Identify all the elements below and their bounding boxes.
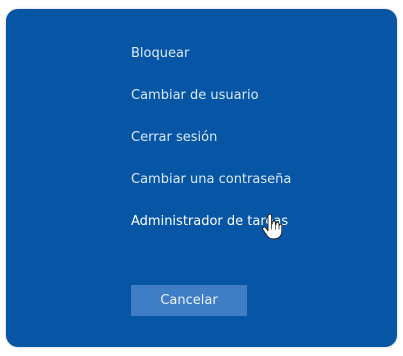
- menu-item-cerrar-sesion[interactable]: Cerrar sesión: [131, 129, 291, 146]
- cancel-button[interactable]: Cancelar: [131, 285, 247, 316]
- security-options-menu: Bloquear Cambiar de usuario Cerrar sesió…: [131, 45, 291, 255]
- menu-item-bloquear[interactable]: Bloquear: [131, 45, 291, 62]
- menu-item-administrador-de-tareas[interactable]: Administrador de tareas: [131, 213, 291, 230]
- security-options-screen: Bloquear Cambiar de usuario Cerrar sesió…: [6, 9, 397, 347]
- menu-item-cambiar-contrasena[interactable]: Cambiar una contraseña: [131, 171, 291, 188]
- menu-item-cambiar-de-usuario[interactable]: Cambiar de usuario: [131, 87, 291, 104]
